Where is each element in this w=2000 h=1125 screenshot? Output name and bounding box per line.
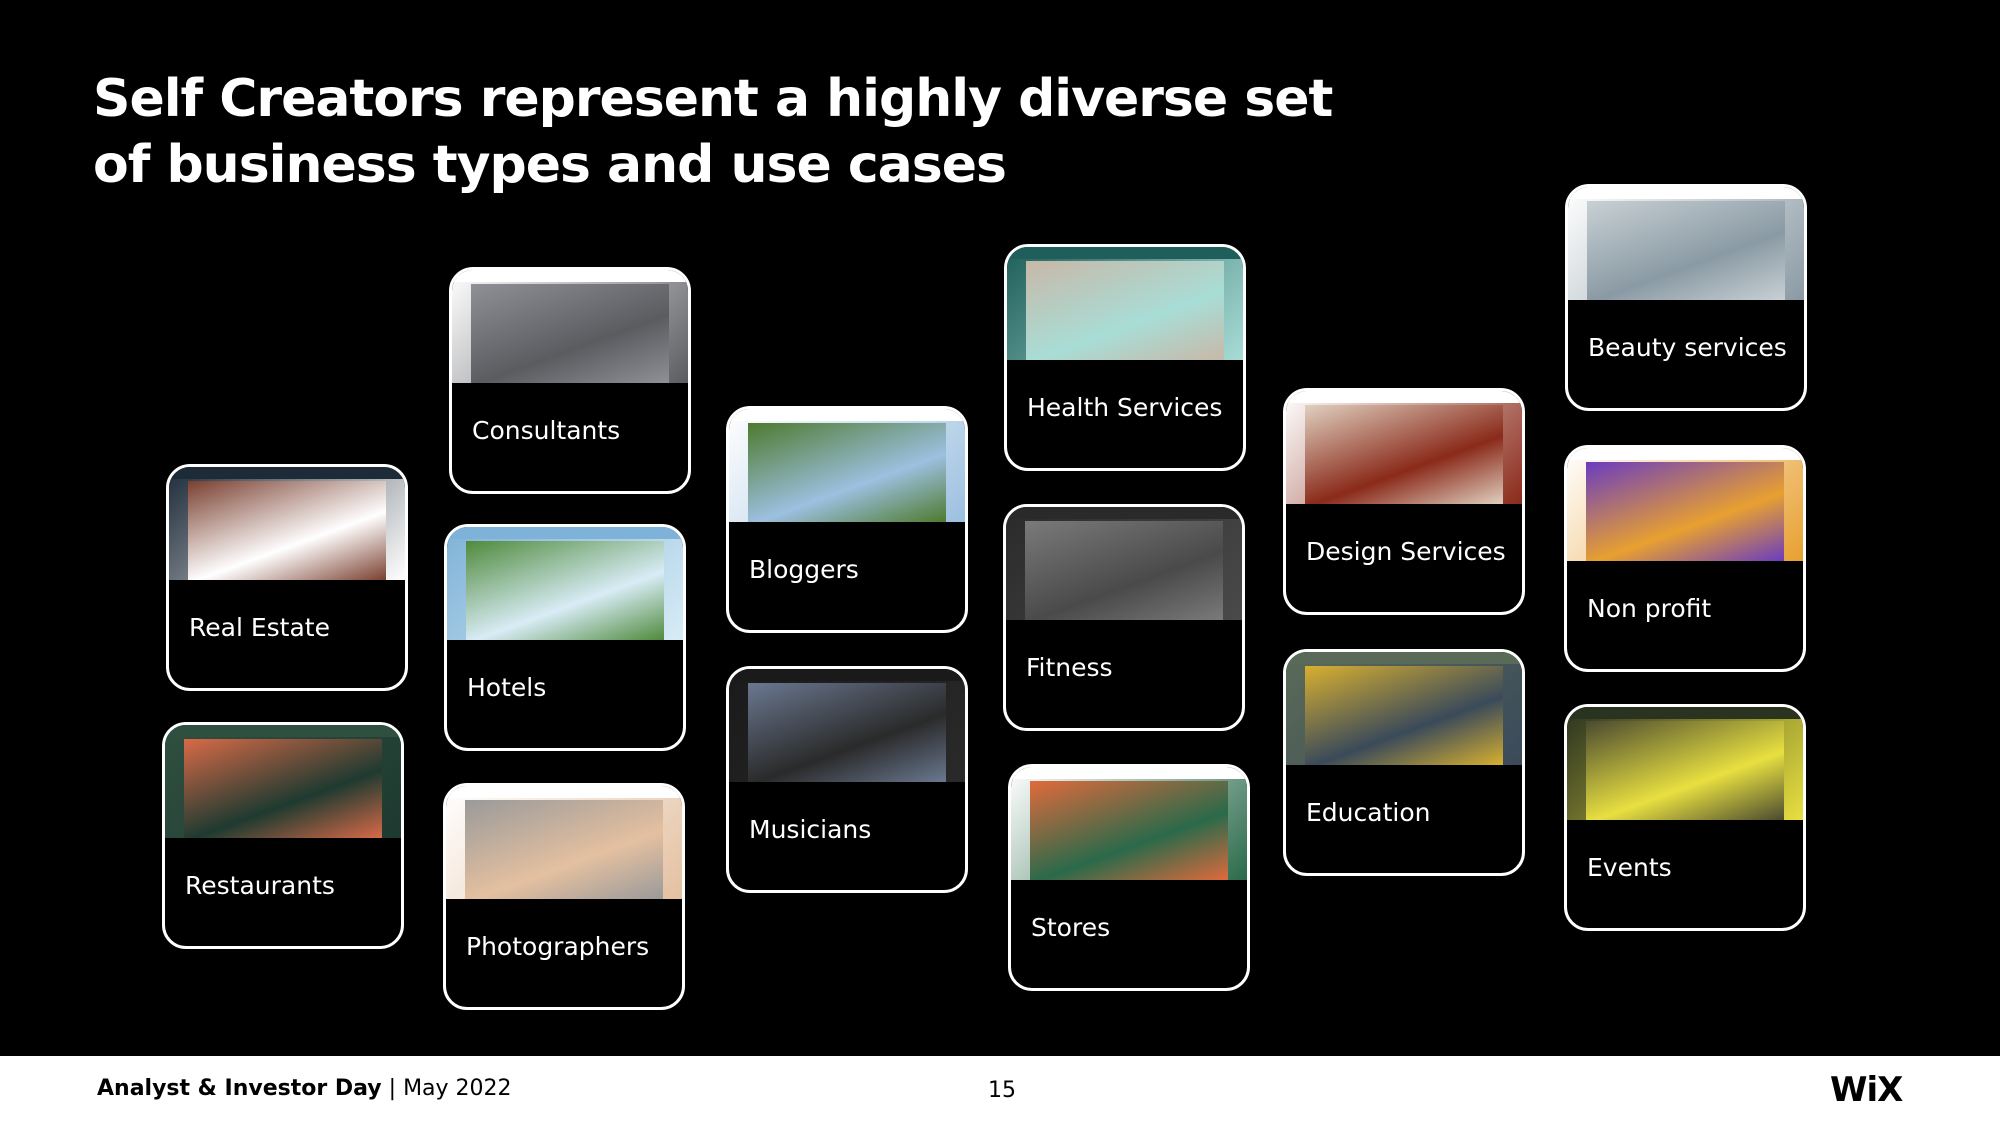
site-nav-bar [446, 786, 682, 798]
footer-event-date: Analyst & Investor Day | May 2022 [97, 1076, 512, 1101]
site-nav-bar [447, 527, 683, 539]
card-musicians: Musicians [726, 666, 968, 893]
site-hero-image [1586, 201, 1786, 300]
website-screenshot [1006, 507, 1242, 620]
website-screenshot [1011, 767, 1247, 880]
site-hero-image [1585, 721, 1785, 820]
site-nav-bar [729, 409, 965, 421]
card-health-services: Health Services [1004, 244, 1246, 471]
footer: Analyst & Investor Day | May 2022 15 WiX [0, 1056, 2000, 1125]
page-number: 15 [988, 1078, 1016, 1103]
site-nav-bar [169, 467, 405, 479]
card-label: Beauty services [1588, 333, 1787, 362]
card-label: Design Services [1306, 537, 1506, 566]
website-screenshot [1286, 652, 1522, 765]
website-screenshot [447, 527, 683, 640]
site-hero-image [1024, 521, 1224, 620]
website-screenshot [169, 467, 405, 580]
site-nav-bar [1006, 507, 1242, 519]
card-label: Restaurants [185, 871, 335, 900]
site-nav-bar [165, 725, 401, 737]
site-nav-bar [452, 270, 688, 282]
site-hero-image [1585, 462, 1785, 561]
card-label: Events [1587, 853, 1672, 882]
site-hero-image [1025, 261, 1225, 360]
site-hero-image [183, 739, 383, 838]
site-nav-bar [1011, 767, 1247, 779]
website-screenshot [452, 270, 688, 383]
site-hero-image [464, 800, 664, 899]
site-nav-bar [1568, 187, 1804, 199]
card-hotels: Hotels [444, 524, 686, 751]
card-label: Health Services [1027, 393, 1223, 422]
card-design-services: Design Services [1283, 388, 1525, 615]
website-screenshot [1568, 187, 1804, 300]
site-nav-bar [1286, 391, 1522, 403]
site-hero-image [1029, 781, 1229, 880]
website-screenshot [446, 786, 682, 899]
website-screenshot [1286, 391, 1522, 504]
site-hero-image [1304, 405, 1504, 504]
card-beauty-services: Beauty services [1565, 184, 1807, 411]
card-consultants: Consultants [449, 267, 691, 494]
footer-event: Analyst & Investor Day [97, 1076, 382, 1101]
card-label: Bloggers [749, 555, 859, 584]
card-label: Consultants [472, 416, 621, 445]
website-screenshot [729, 669, 965, 782]
site-nav-bar [1567, 448, 1803, 460]
website-screenshot [729, 409, 965, 522]
card-photographers: Photographers [443, 783, 685, 1010]
site-nav-bar [1567, 707, 1803, 719]
slide-title: Self Creators represent a highly diverse… [93, 69, 1333, 195]
card-label: Real Estate [189, 613, 330, 642]
card-label: Hotels [467, 673, 547, 702]
card-real-estate: Real Estate [166, 464, 408, 691]
card-bloggers: Bloggers [726, 406, 968, 633]
site-nav-bar [1007, 247, 1243, 259]
site-hero-image [187, 481, 387, 580]
site-hero-image [747, 423, 947, 522]
footer-separator: | [388, 1076, 397, 1101]
site-hero-image [465, 541, 665, 640]
card-fitness: Fitness [1003, 504, 1245, 731]
website-screenshot [1567, 448, 1803, 561]
card-label: Photographers [466, 932, 650, 961]
card-label: Musicians [749, 815, 872, 844]
card-education: Education [1283, 649, 1525, 876]
website-screenshot [1007, 247, 1243, 360]
website-screenshot [165, 725, 401, 838]
wix-logo: WiX [1830, 1070, 1903, 1110]
site-hero-image [747, 683, 947, 782]
card-label: Stores [1031, 913, 1111, 942]
card-label: Education [1306, 798, 1431, 827]
site-hero-image [470, 284, 670, 383]
card-stores: Stores [1008, 764, 1250, 991]
card-non-profit: Non profit [1564, 445, 1806, 672]
site-hero-image [1304, 666, 1504, 765]
site-nav-bar [1286, 652, 1522, 664]
card-events: Events [1564, 704, 1806, 931]
footer-date: May 2022 [403, 1076, 512, 1101]
card-restaurants: Restaurants [162, 722, 404, 949]
card-label: Non profit [1587, 594, 1712, 623]
website-screenshot [1567, 707, 1803, 820]
site-nav-bar [729, 669, 965, 681]
card-label: Fitness [1026, 653, 1113, 682]
